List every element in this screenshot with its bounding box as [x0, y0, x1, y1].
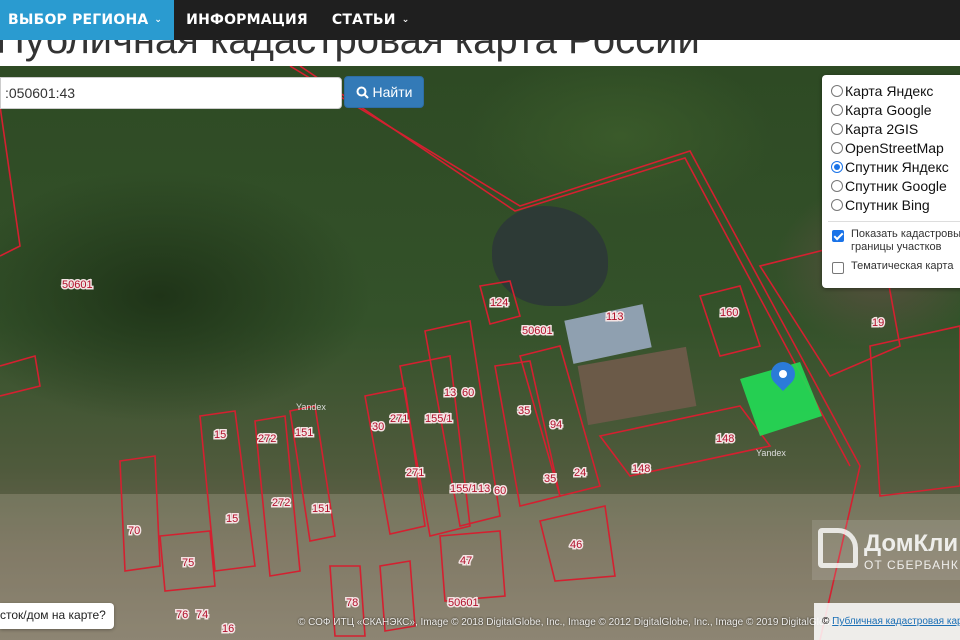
parcel-border — [439, 530, 506, 602]
domclick-mark-icon — [818, 528, 858, 568]
parcel-label: 75 — [182, 557, 194, 569]
nav-articles[interactable]: СТАТЬИ ⌄ — [320, 0, 422, 40]
parcel-label: 16 — [222, 623, 234, 635]
parcel-label: 148 — [716, 433, 734, 445]
nav-label: СТАТЬИ — [331, 12, 396, 28]
parcel-border — [199, 410, 256, 572]
parcel-label: 124 — [490, 297, 508, 309]
layer-option-yandex-satellite[interactable]: Спутник Яндекс — [831, 157, 960, 176]
parcel-label: 47 — [460, 555, 472, 567]
yandex-watermark: Yandex — [756, 448, 786, 458]
option-label: OpenStreetMap — [845, 139, 944, 156]
nav-region-select[interactable]: ВЫБОР РЕГИОНА ⌄ — [0, 0, 175, 40]
parcel-label: 50601 — [62, 279, 93, 291]
radio[interactable] — [831, 103, 843, 116]
parcel-label: 155/1 — [450, 483, 478, 495]
option-label: Спутник Google — [845, 177, 947, 194]
parcel-label: 70 — [128, 525, 140, 537]
parcel-label: 19 — [872, 317, 884, 329]
option-label: Спутник Bing — [845, 196, 930, 213]
cadastral-search-input[interactable] — [0, 77, 342, 109]
parcel-border — [869, 325, 960, 497]
map-canvas[interactable]: 50601 50601 50601 15 272 151 30 271 155/… — [0, 66, 960, 640]
parcel-border — [698, 285, 762, 357]
cadastral-map-link[interactable]: Публичная кадастровая карта — [832, 616, 960, 627]
layer-option-2gis-map[interactable]: Карта 2GIS — [831, 119, 960, 138]
parcel-label: 50601 — [522, 325, 553, 337]
divider — [828, 221, 960, 222]
parcel-label: 155/1 — [425, 413, 453, 425]
checkbox-checked[interactable] — [832, 230, 844, 242]
parcel-label: 24 — [574, 467, 586, 479]
parcel-label: 60 — [462, 387, 474, 399]
search-icon — [356, 86, 369, 99]
parcel-label: 74 — [196, 609, 208, 621]
parcel-label: 46 — [570, 539, 582, 551]
page-title-strip: Публичная кадастровая карта России — [0, 40, 960, 66]
layer-option-google-satellite[interactable]: Спутник Google — [831, 176, 960, 195]
checkbox-label: Показать кадастровые границы участков — [851, 228, 960, 253]
chevron-down-icon: ⌄ — [154, 15, 163, 25]
option-label: Карта Google — [845, 101, 932, 118]
parcel-border — [119, 455, 161, 572]
radio[interactable] — [831, 84, 843, 97]
show-cadastral-borders-checkbox[interactable]: Показать кадастровые границы участков — [831, 228, 960, 254]
thematic-map-checkbox[interactable]: Тематическая карта — [831, 260, 960, 274]
checkbox[interactable] — [832, 262, 844, 274]
parcel-label: 35 — [518, 405, 530, 417]
radio[interactable] — [831, 141, 843, 154]
layer-option-osm[interactable]: OpenStreetMap — [831, 138, 960, 157]
checkbox-label: Тематическая карта — [851, 260, 954, 272]
parcel-label: 50601 — [448, 597, 479, 609]
radio[interactable] — [831, 122, 843, 135]
parcel-border — [0, 105, 21, 257]
layer-switcher: Карта Яндекс Карта Google Карта 2GIS Ope… — [822, 75, 960, 288]
parcel-label: 13 — [478, 483, 490, 495]
radio[interactable] — [831, 179, 843, 192]
nav-label: ВЫБОР РЕГИОНА — [8, 12, 149, 28]
parcel-label: 60 — [494, 485, 506, 497]
parcel-label: 271 — [406, 467, 424, 479]
parcel-label: 78 — [346, 597, 358, 609]
parcel-label: 30 — [372, 421, 384, 433]
parcel-label: 271 — [390, 413, 408, 425]
find-button-label: Найти — [372, 84, 413, 100]
parcel-label: 151 — [295, 427, 313, 439]
chevron-down-icon: ⌄ — [401, 15, 410, 25]
parcel-label: 113 — [606, 311, 624, 323]
radio[interactable] — [831, 198, 843, 211]
nav-information[interactable]: ИНФОРМАЦИЯ — [174, 0, 320, 40]
radio-selected[interactable] — [831, 160, 843, 173]
nav-label: ИНФОРМАЦИЯ — [186, 12, 308, 28]
layer-option-yandex-map[interactable]: Карта Яндекс — [831, 81, 960, 100]
layer-option-bing-satellite[interactable]: Спутник Bing — [831, 195, 960, 214]
parcel-label: 76 — [176, 609, 188, 621]
parcel-label: 272 — [258, 433, 276, 445]
parcel-label: 15 — [226, 513, 238, 525]
parcel-label: 94 — [550, 419, 562, 431]
page-title: Публичная кадастровая карта России — [0, 40, 700, 62]
parcel-border — [598, 405, 772, 477]
parcel-label: 148 — [632, 463, 650, 475]
domclick-logo: ДомКли ОТ СБЕРБАНК — [812, 520, 960, 580]
map-attribution: © СОФ ИТЦ «СКАНЭКС», Image © 2018 Digita… — [298, 617, 858, 628]
option-label: Карта Яндекс — [845, 82, 934, 99]
find-button[interactable]: Найти — [344, 76, 424, 108]
parcel-label: 15 — [214, 429, 226, 441]
find-plot-hint[interactable]: сток/дом на карте? — [0, 603, 114, 629]
option-label: Спутник Яндекс — [845, 158, 949, 175]
yandex-watermark: Yandex — [296, 402, 326, 412]
parcel-label: 35 — [544, 473, 556, 485]
top-nav: ВЫБОР РЕГИОНА ⌄ ИНФОРМАЦИЯ СТАТЬИ ⌄ — [0, 0, 960, 40]
option-label: Карта 2GIS — [845, 120, 919, 137]
parcel-label: 13 — [444, 387, 456, 399]
parcel-label: 151 — [312, 503, 330, 515]
parcel-label: 272 — [272, 497, 290, 509]
parcel-border — [289, 66, 861, 640]
cadastral-attribution: © Публичная кадастровая карта — [814, 603, 960, 640]
layer-option-google-map[interactable]: Карта Google — [831, 100, 960, 119]
parcel-label: 160 — [720, 307, 738, 319]
parcel-border — [0, 354, 41, 397]
